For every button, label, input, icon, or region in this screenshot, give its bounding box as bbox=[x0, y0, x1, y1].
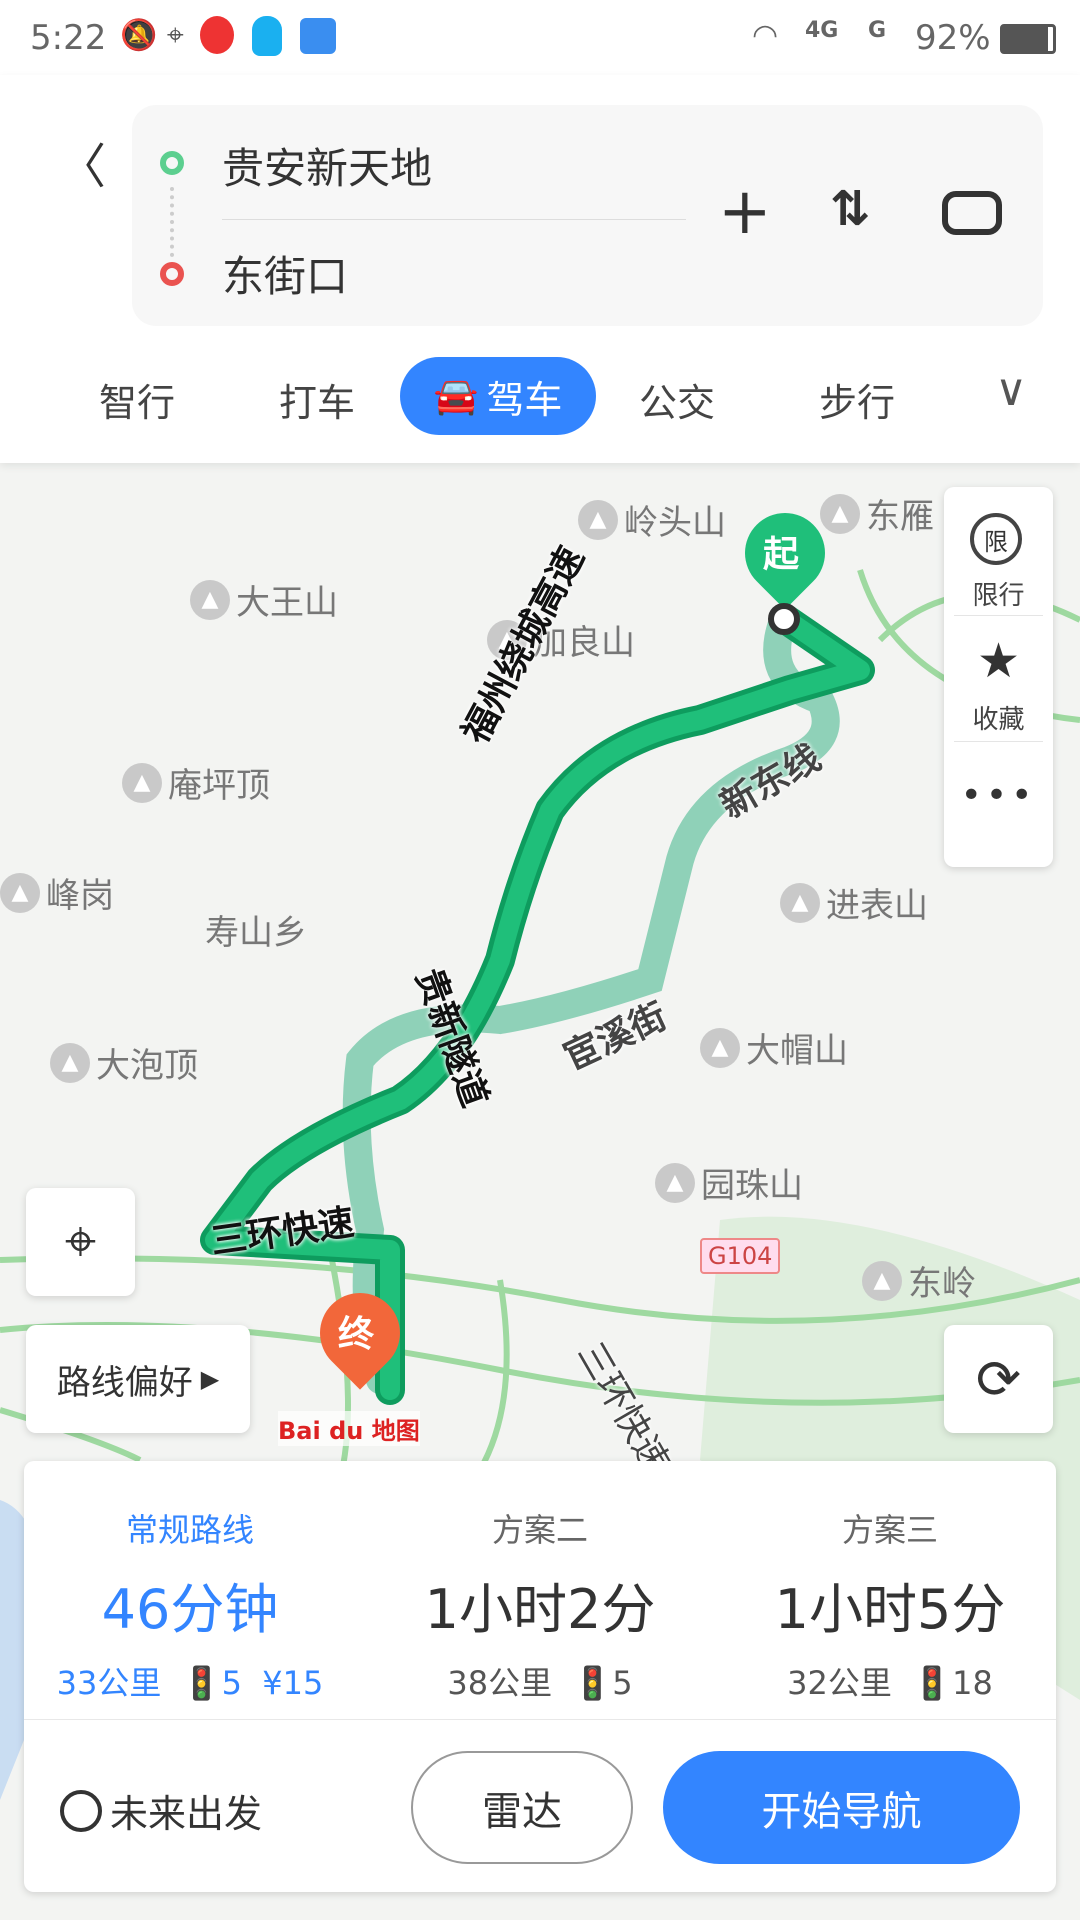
route-connector bbox=[170, 187, 174, 257]
place-label: ▲ 东雁 bbox=[820, 489, 934, 538]
place-label: ▲ 园珠山 bbox=[655, 1158, 803, 1207]
plan-time: 1小时5分 bbox=[774, 1578, 1006, 1641]
plan-option-2[interactable]: 方案二 1小时2分 38公里 🚦5 bbox=[375, 1461, 705, 1704]
mountain-icon: ▲ bbox=[862, 1260, 902, 1301]
weather-icon bbox=[300, 18, 336, 54]
tab-taxi[interactable]: 打车 bbox=[279, 372, 355, 427]
mountain-icon: ▲ bbox=[655, 1162, 695, 1203]
end-input[interactable]: 东街口 bbox=[222, 243, 348, 304]
place-label: ▲ 进表山 bbox=[780, 878, 928, 927]
qq-icon bbox=[252, 16, 282, 56]
notification-icons: 🔕 ⌖ bbox=[120, 18, 184, 53]
more-button[interactable]: ••• bbox=[944, 775, 1053, 816]
place-label: ▲ 峰岗 bbox=[0, 868, 114, 917]
swap-button[interactable]: ⇅ bbox=[830, 181, 870, 237]
plan-label: 方案二 bbox=[491, 1511, 588, 1549]
map-side-panel: 限 限行 ★ 收藏 ••• bbox=[944, 487, 1053, 867]
future-departure-button[interactable]: 未来出发 bbox=[60, 1783, 262, 1838]
place-label: 寿山乡 bbox=[205, 913, 307, 953]
mountain-icon: ▲ bbox=[700, 1027, 740, 1068]
plan-time: 46分钟 bbox=[101, 1578, 279, 1641]
traffic-light-icon: 🚦 bbox=[912, 1664, 953, 1702]
mountain-icon: ▲ bbox=[190, 579, 230, 620]
mountain-icon: ▲ bbox=[820, 493, 860, 534]
place-label: ▲ 大王山 bbox=[190, 575, 338, 624]
plan-time: 1小时2分 bbox=[424, 1578, 656, 1641]
plan-label: 方案三 bbox=[841, 1511, 938, 1549]
tab-transit[interactable]: 公交 bbox=[639, 372, 715, 427]
start-point bbox=[768, 603, 800, 635]
baidu-logo: Bai du 地图 bbox=[278, 1411, 420, 1446]
plan-details: 32公里 🚦18 bbox=[787, 1664, 993, 1702]
add-waypoint-button[interactable]: + bbox=[718, 175, 772, 249]
locate-button[interactable]: ⌖ bbox=[26, 1188, 135, 1296]
mountain-icon: ▲ bbox=[578, 499, 618, 540]
place-label: ▲ 东岭 bbox=[862, 1256, 976, 1305]
route-preference-button[interactable]: 路线偏好 ▶ bbox=[26, 1325, 250, 1433]
traffic-light-icon: 🚦 bbox=[572, 1664, 613, 1702]
divider bbox=[954, 615, 1043, 616]
route-header: 〈 贵安新天地 东街口 + ⇅ 智行 打车 🚘 驾车 公交 步行 ∨ bbox=[0, 75, 1080, 463]
start-input[interactable]: 贵安新天地 bbox=[222, 135, 432, 196]
divider bbox=[954, 741, 1043, 742]
restrict-icon[interactable]: 限 bbox=[970, 513, 1022, 565]
mountain-icon: ▲ bbox=[50, 1042, 90, 1083]
battery-icon bbox=[1000, 24, 1056, 54]
tab-drive[interactable]: 🚘 驾车 bbox=[400, 357, 596, 435]
favorite-button[interactable]: 收藏 bbox=[944, 699, 1053, 736]
divider bbox=[24, 1719, 1056, 1720]
clock-icon bbox=[60, 1789, 102, 1832]
route-plans-panel: 常规路线 46分钟 33公里 🚦5 ¥15 方案二 1小时2分 38公里 🚦5 … bbox=[24, 1461, 1056, 1892]
route-preference-label: 路线偏好 bbox=[56, 1362, 193, 1403]
place-label: ▲ 大帽山 bbox=[700, 1023, 848, 1072]
refresh-icon: ⟳ bbox=[975, 1347, 1022, 1411]
back-button[interactable]: 〈 bbox=[58, 127, 106, 197]
signal-4g-icon: 4G bbox=[805, 18, 839, 43]
refresh-button[interactable]: ⟳ bbox=[944, 1325, 1053, 1433]
signal-g-icon: G bbox=[868, 18, 887, 43]
end-marker-label: 终 bbox=[338, 1314, 375, 1355]
wifi-icon: ◠ bbox=[752, 18, 779, 53]
plan-details: 33公里 🚦5 ¥15 bbox=[56, 1664, 324, 1702]
star-icon[interactable]: ★ bbox=[944, 633, 1053, 689]
end-dot-icon bbox=[160, 262, 184, 286]
tab-drive-label: 驾车 bbox=[486, 377, 563, 422]
plan-label: 常规路线 bbox=[125, 1511, 254, 1549]
start-marker-label: 起 bbox=[763, 534, 800, 575]
battery-percent: 92% bbox=[915, 18, 991, 58]
plan-option-3[interactable]: 方案三 1小时5分 32公里 🚦18 bbox=[725, 1461, 1055, 1704]
baidu-map-app-icon bbox=[200, 16, 234, 54]
mountain-icon: ▲ bbox=[780, 882, 820, 923]
place-label: ▲ 庵坪顶 bbox=[122, 758, 270, 807]
future-departure-label: 未来出发 bbox=[110, 1792, 263, 1836]
mountain-icon: ▲ bbox=[122, 762, 162, 803]
radar-button[interactable]: 雷达 bbox=[411, 1751, 633, 1864]
route-input-box: 贵安新天地 东街口 + ⇅ bbox=[132, 105, 1043, 326]
start-dot-icon bbox=[160, 151, 184, 175]
car-settings-button[interactable] bbox=[942, 191, 1002, 235]
locate-icon: ⌖ bbox=[64, 1209, 97, 1274]
tab-smart[interactable]: 智行 bbox=[99, 372, 175, 427]
chevron-down-icon[interactable]: ∨ bbox=[995, 365, 1027, 416]
triangle-right-icon: ▶ bbox=[200, 1365, 220, 1393]
tab-walk[interactable]: 步行 bbox=[819, 372, 895, 427]
start-navigation-button[interactable]: 开始导航 bbox=[663, 1751, 1020, 1864]
status-bar: 5:22 🔕 ⌖ ◠ 4G G 92% bbox=[0, 0, 1080, 75]
traffic-light-icon: 🚦 bbox=[181, 1664, 222, 1702]
divider bbox=[222, 219, 686, 220]
highway-shield: G104 bbox=[700, 1238, 781, 1274]
plan-option-1[interactable]: 常规路线 46分钟 33公里 🚦5 ¥15 bbox=[25, 1461, 355, 1704]
clock: 5:22 bbox=[30, 18, 107, 58]
place-label: ▲ 大泡顶 bbox=[50, 1038, 198, 1087]
place-label: ▲ 岭头山 bbox=[578, 495, 726, 544]
mountain-icon: ▲ bbox=[0, 872, 40, 913]
restrict-button[interactable]: 限行 bbox=[944, 575, 1053, 612]
car-icon: 🚘 bbox=[433, 376, 479, 417]
plan-details: 38公里 🚦5 bbox=[447, 1664, 633, 1702]
